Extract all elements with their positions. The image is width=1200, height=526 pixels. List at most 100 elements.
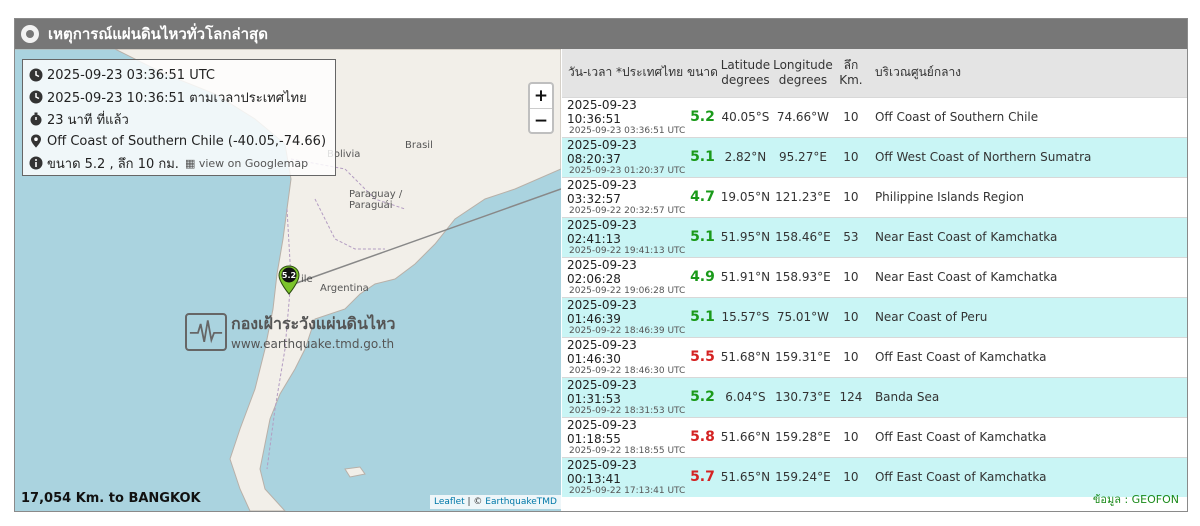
cell-datetime: 2025-09-23 00:13:41 2025-09-22 17:13:41 U…: [562, 457, 687, 497]
table-row[interactable]: 2025-09-23 02:06:28 2025-09-22 19:06:28 U…: [562, 257, 1187, 297]
table-row[interactable]: 2025-09-23 10:36:51 2025-09-23 03:36:51 U…: [562, 97, 1187, 137]
info-mag-row: ขนาด 5.2 , ลึก 10 กม. ▦ view on Googlema…: [29, 152, 329, 174]
table-row[interactable]: 2025-09-23 01:46:39 2025-09-22 18:46:39 U…: [562, 297, 1187, 337]
utc-datetime: 2025-09-23 01:20:37 UTC: [569, 165, 686, 176]
table-row[interactable]: 2025-09-23 01:31:53 2025-09-22 18:31:53 U…: [562, 377, 1187, 417]
cell-longitude: 159.31°E: [775, 350, 831, 364]
quake-marker-icon[interactable]: 5.2: [278, 265, 300, 295]
cell-datetime: 2025-09-23 01:46:39 2025-09-22 18:46:39 U…: [562, 297, 687, 337]
cell-longitude: 95.27°E: [778, 150, 827, 164]
info-mag-depth: ขนาด 5.2 , ลึก 10 กม.: [47, 156, 179, 172]
utc-datetime: 2025-09-22 18:31:53 UTC: [569, 405, 686, 416]
info-icon: [29, 156, 43, 170]
cell-magnitude: 5.5: [690, 349, 715, 365]
widget-title: เหตุการณ์แผ่นดินไหวทั่วโลกล่าสุด: [48, 25, 268, 43]
cell-datetime: 2025-09-23 01:18:55 2025-09-22 18:18:55 U…: [562, 417, 687, 457]
cell-depth: 10: [843, 470, 859, 484]
cell-datetime: 2025-09-23 10:36:51 2025-09-23 03:36:51 U…: [562, 97, 687, 137]
zoom-in-button[interactable]: +: [530, 84, 552, 108]
cell-datetime: 2025-09-23 03:32:57 2025-09-22 20:32:57 U…: [562, 177, 687, 217]
watermark-url: www.earthquake.tmd.go.th: [231, 337, 395, 351]
info-time-ago: 23 นาที ที่แล้ว: [47, 112, 129, 128]
utc-datetime: 2025-09-22 18:18:55 UTC: [569, 445, 686, 456]
cell-magnitude: 5.1: [690, 229, 715, 245]
info-utc-row: 2025-09-23 03:36:51 UTC: [29, 64, 329, 86]
cell-depth: 10: [843, 190, 859, 204]
utc-datetime: 2025-09-22 19:06:28 UTC: [569, 285, 686, 296]
cell-depth: 10: [843, 350, 859, 364]
label-paraguay: Paraguay / Paraguái: [349, 189, 403, 211]
cell-region: Philippine Islands Region: [874, 190, 1024, 204]
table-row[interactable]: 2025-09-23 08:20:37 2025-09-23 01:20:37 U…: [562, 137, 1187, 177]
utc-datetime: 2025-09-23 03:36:51 UTC: [569, 125, 686, 136]
cell-region: Banda Sea: [874, 390, 940, 404]
googlemap-link-label: view on Googlemap: [198, 156, 309, 170]
col-latitude-line2: degrees: [721, 72, 770, 87]
thai-datetime: 2025-09-23 01:46:30: [567, 337, 637, 366]
cell-region: Off West Coast of Northern Sumatra: [874, 150, 1092, 164]
cell-datetime: 2025-09-23 02:06:28 2025-09-22 19:06:28 U…: [562, 257, 687, 297]
cell-depth: 10: [843, 150, 859, 164]
cell-magnitude: 5.1: [690, 149, 715, 165]
stopwatch-icon: [30, 112, 42, 126]
cell-depth: 10: [843, 430, 859, 444]
col-longitude-line1: Longitude: [773, 57, 833, 72]
utc-datetime: 2025-09-22 17:13:41 UTC: [569, 485, 686, 496]
label-chile: ile: [301, 274, 313, 285]
map-panel[interactable]: Bolivia Brasil Paraguay / Paraguái ile A…: [15, 49, 561, 511]
table-header-row: วัน-เวลา *ประเทศไทย ขนาด Latitude degrees…: [562, 49, 1187, 97]
cell-datetime: 2025-09-23 02:41:13 2025-09-22 19:41:13 U…: [562, 217, 687, 257]
thai-datetime: 2025-09-23 00:13:41: [567, 457, 637, 486]
cell-magnitude: 5.7: [690, 469, 715, 485]
cell-latitude: 51.65°N: [720, 470, 771, 484]
thai-datetime: 2025-09-23 01:18:55: [567, 417, 637, 446]
col-magnitude: ขนาด: [687, 65, 718, 80]
cell-latitude: 51.66°N: [720, 430, 771, 444]
utc-datetime: 2025-09-22 18:46:39 UTC: [569, 325, 686, 336]
cell-magnitude: 5.8: [690, 429, 715, 445]
zoom-out-button[interactable]: −: [530, 108, 552, 132]
googlemap-link[interactable]: ▦ view on Googlemap: [185, 157, 308, 170]
earthquake-widget: เหตุการณ์แผ่นดินไหวทั่วโลกล่าสุด Bolivia…: [14, 18, 1188, 512]
thai-datetime: 2025-09-23 03:32:57: [567, 177, 637, 206]
seismograph-icon: [185, 312, 227, 351]
info-thai-time: 2025-09-23 10:36:51 ตามเวลาประเทศไทย: [47, 90, 307, 106]
events-table: วัน-เวลา *ประเทศไทย ขนาด Latitude degrees…: [562, 49, 1187, 497]
cell-latitude: 2.82°N: [724, 150, 767, 164]
cell-depth: 124: [839, 390, 863, 404]
label-brasil: Brasil: [405, 140, 433, 151]
info-location: Off Coast of Southern Chile (-40.05,-74.…: [47, 133, 327, 149]
thai-datetime: 2025-09-23 08:20:37: [567, 137, 637, 166]
cell-magnitude: 4.7: [690, 189, 715, 205]
table-row[interactable]: 2025-09-23 01:18:55 2025-09-22 18:18:55 U…: [562, 417, 1187, 457]
thai-datetime: 2025-09-23 10:36:51: [567, 97, 637, 126]
thai-datetime: 2025-09-23 02:06:28: [567, 257, 637, 286]
table-row[interactable]: 2025-09-23 02:41:13 2025-09-22 19:41:13 U…: [562, 217, 1187, 257]
cell-depth: 10: [843, 310, 859, 324]
events-table-panel: วัน-เวลา *ประเทศไทย ขนาด Latitude degrees…: [562, 49, 1187, 511]
tmd-link[interactable]: EarthquakeTMD: [485, 497, 557, 507]
leaflet-link[interactable]: Leaflet: [434, 497, 465, 507]
map-icon: ▦: [184, 156, 196, 170]
utc-datetime: 2025-09-22 20:32:57 UTC: [569, 205, 686, 216]
col-longitude: Longitude degrees: [773, 49, 833, 97]
label-argentina: Argentina: [320, 283, 369, 294]
table-row[interactable]: 2025-09-23 01:46:30 2025-09-22 18:46:30 U…: [562, 337, 1187, 377]
cell-latitude: 6.04°S: [725, 390, 766, 404]
cell-longitude: 130.73°E: [775, 390, 831, 404]
cell-region: Near Coast of Peru: [874, 310, 988, 324]
col-depth-line1: ลึก: [843, 57, 859, 72]
cell-latitude: 19.05°N: [720, 190, 771, 204]
col-depth-line2: Km.: [839, 72, 863, 87]
cell-depth: 53: [843, 230, 859, 244]
cell-magnitude: 5.1: [690, 309, 715, 325]
table-row[interactable]: 2025-09-23 03:32:57 2025-09-22 20:32:57 U…: [562, 177, 1187, 217]
cell-longitude: 159.28°E: [775, 430, 831, 444]
utc-datetime: 2025-09-22 19:41:13 UTC: [569, 245, 686, 256]
cell-longitude: 121.23°E: [775, 190, 831, 204]
col-region: บริเวณศูนย์กลาง: [874, 65, 962, 80]
cell-latitude: 40.05°S: [721, 110, 770, 124]
cell-depth: 10: [843, 110, 859, 124]
title-bar: เหตุการณ์แผ่นดินไหวทั่วโลกล่าสุด: [15, 19, 1187, 49]
cell-magnitude: 5.2: [690, 109, 715, 125]
